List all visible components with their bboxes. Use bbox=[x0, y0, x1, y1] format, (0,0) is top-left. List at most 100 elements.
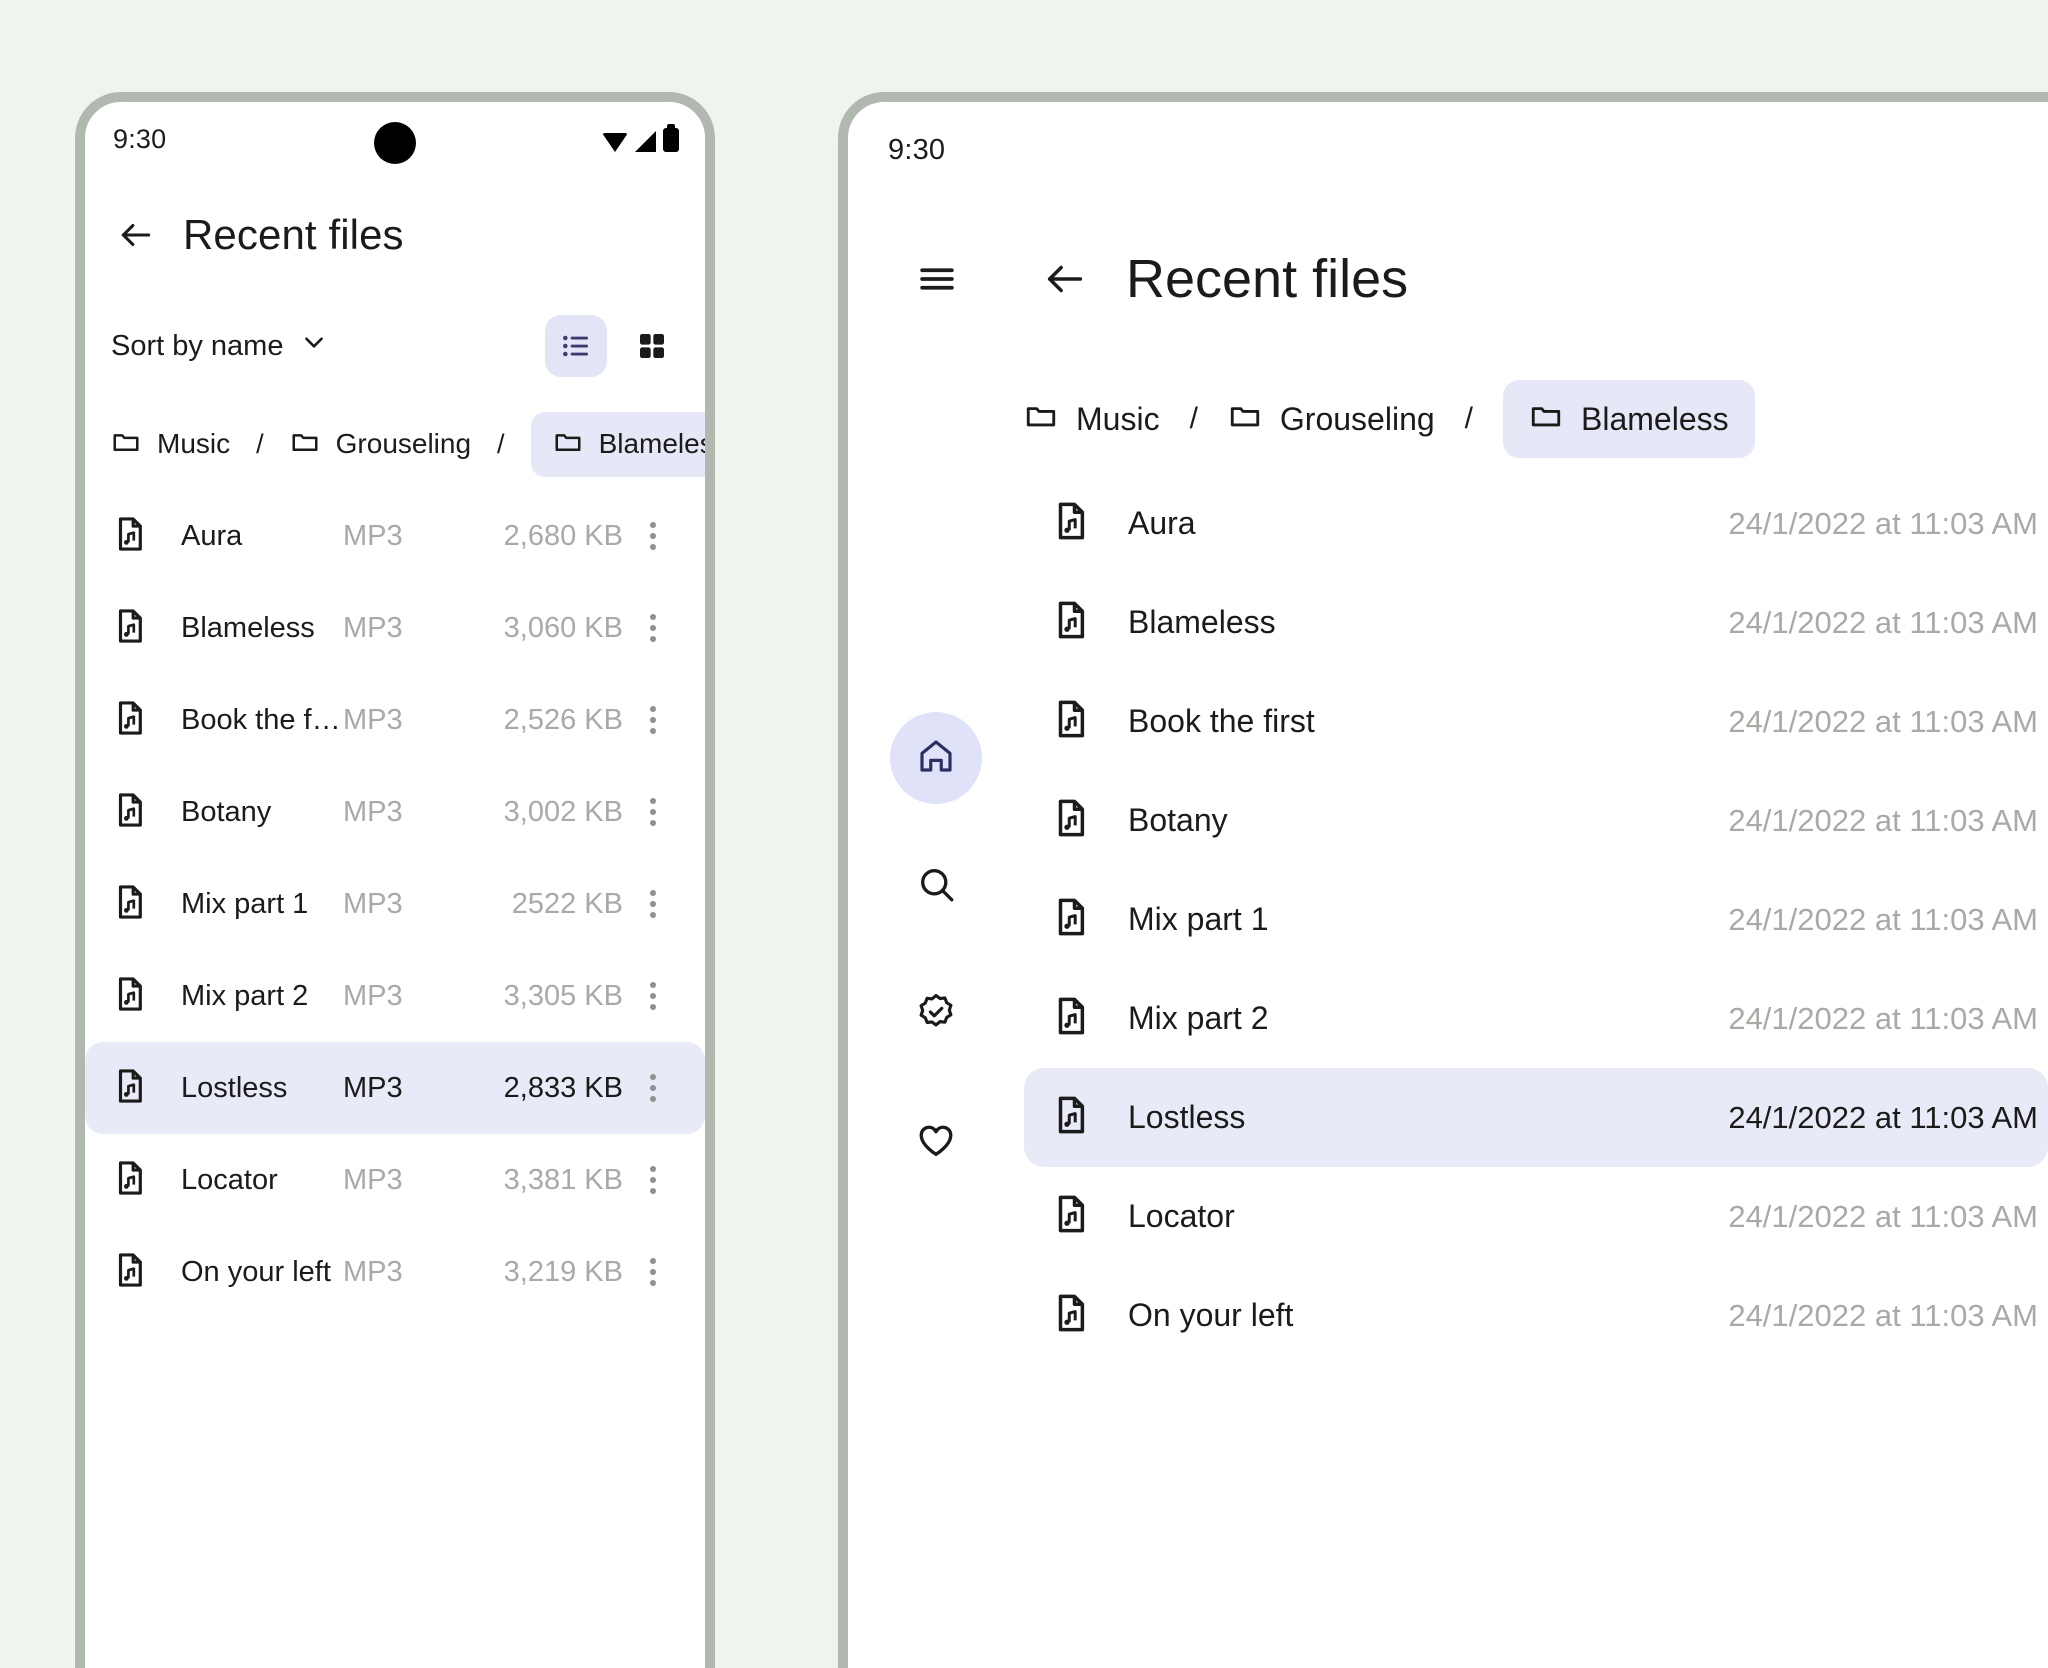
more-vertical-icon bbox=[650, 1166, 656, 1194]
breadcrumb-label: Music bbox=[1076, 400, 1160, 437]
more-vertical-icon bbox=[650, 1074, 656, 1102]
file-name: Locator bbox=[1128, 1198, 1235, 1234]
list-view-icon[interactable] bbox=[545, 315, 607, 377]
rail-item-home[interactable] bbox=[890, 712, 982, 804]
rail-item-search[interactable] bbox=[890, 840, 982, 932]
file-size: 3,219 KB bbox=[503, 1255, 623, 1288]
breadcrumb-item-music[interactable]: Music bbox=[1024, 398, 1160, 440]
table-row[interactable]: Blameless MP3 3,060 KB bbox=[85, 582, 705, 674]
breadcrumb-item-music[interactable]: Music bbox=[111, 412, 230, 477]
row-overflow-menu-button[interactable] bbox=[623, 1258, 683, 1286]
file-name: Botany bbox=[181, 795, 272, 828]
row-overflow-menu-button[interactable] bbox=[623, 706, 683, 734]
breadcrumb-label: Blameless bbox=[598, 428, 705, 459]
file-type: MP3 bbox=[343, 611, 403, 644]
file-modified-date: 24/1/2022 at 11:03 AM bbox=[1728, 802, 2038, 838]
music-file-icon bbox=[1050, 1292, 1092, 1339]
file-size: 3,060 KB bbox=[503, 611, 623, 644]
more-vertical-icon bbox=[650, 706, 656, 734]
battery-icon bbox=[663, 124, 679, 152]
file-size: 2,526 KB bbox=[503, 703, 623, 736]
row-overflow-menu-button[interactable] bbox=[623, 982, 683, 1010]
file-type: MP3 bbox=[343, 703, 403, 736]
table-row[interactable]: Botany 24/1/2022 at 11:03 AM bbox=[1024, 771, 2048, 870]
rail-item-favorites[interactable] bbox=[890, 1096, 982, 1188]
music-file-icon bbox=[111, 515, 149, 558]
file-type-icon bbox=[111, 975, 159, 1018]
breadcrumb-separator: / bbox=[497, 428, 505, 459]
table-row[interactable]: Mix part 1 MP3 2522 KB bbox=[85, 858, 705, 950]
sort-dropdown[interactable]: Sort by name bbox=[111, 329, 327, 363]
file-type-icon bbox=[111, 515, 159, 558]
breadcrumb-item-blameless[interactable]: Blameless bbox=[530, 411, 705, 477]
verified-icon bbox=[915, 991, 957, 1038]
table-row[interactable]: Aura 24/1/2022 at 11:03 AM bbox=[1024, 474, 2048, 573]
file-modified-date: 24/1/2022 at 11:03 AM bbox=[1728, 1198, 2038, 1234]
rail-item-verified[interactable] bbox=[890, 968, 982, 1060]
file-type-icon bbox=[1050, 599, 1102, 646]
file-type-icon bbox=[111, 1067, 159, 1110]
table-row[interactable]: Book the first 24/1/2022 at 11:03 AM bbox=[1024, 672, 2048, 771]
file-name: Blameless bbox=[1128, 604, 1276, 640]
wifi-icon bbox=[602, 133, 628, 152]
row-overflow-menu-button[interactable] bbox=[623, 890, 683, 918]
arrow-back-icon[interactable] bbox=[1032, 246, 1098, 312]
table-row[interactable]: Locator 24/1/2022 at 11:03 AM bbox=[1024, 1167, 2048, 1266]
file-type: MP3 bbox=[343, 1163, 403, 1196]
file-name: Mix part 2 bbox=[181, 979, 309, 1012]
table-row[interactable]: Locator MP3 3,381 KB bbox=[85, 1134, 705, 1226]
table-row[interactable]: Lostless MP3 2,833 KB bbox=[85, 1042, 705, 1134]
breadcrumb-label: Grouseling bbox=[335, 428, 472, 459]
grid-view-icon[interactable] bbox=[621, 315, 683, 377]
music-file-icon bbox=[111, 607, 149, 650]
file-name: Lostless bbox=[181, 1071, 288, 1104]
music-file-icon bbox=[111, 1159, 149, 1202]
row-overflow-menu-button[interactable] bbox=[623, 1166, 683, 1194]
folder-icon bbox=[1024, 398, 1058, 440]
breadcrumb-item-grouseling[interactable]: Grouseling bbox=[290, 412, 471, 477]
file-name: Blameless bbox=[181, 611, 315, 644]
file-type: MP3 bbox=[343, 887, 403, 920]
music-file-icon bbox=[111, 975, 149, 1018]
table-row[interactable]: On your left MP3 3,219 KB bbox=[85, 1226, 705, 1318]
table-row[interactable]: Lostless 24/1/2022 at 11:03 AM bbox=[1024, 1068, 2048, 1167]
row-overflow-menu-button[interactable] bbox=[623, 1074, 683, 1102]
file-type-icon bbox=[111, 791, 159, 834]
view-toggle-group bbox=[545, 315, 683, 377]
hamburger-menu-icon[interactable] bbox=[904, 246, 970, 312]
arrow-back-icon[interactable] bbox=[107, 206, 165, 264]
row-overflow-menu-button[interactable] bbox=[623, 798, 683, 826]
table-row[interactable]: Blameless 24/1/2022 at 11:03 AM bbox=[1024, 573, 2048, 672]
breadcrumb-separator: / bbox=[1189, 402, 1198, 435]
breadcrumb-item-grouseling[interactable]: Grouseling bbox=[1228, 398, 1435, 440]
file-list: Aura MP3 2,680 KB Blameless MP3 3,060 KB Book … bbox=[85, 490, 705, 1318]
file-type-icon bbox=[111, 699, 159, 742]
file-type-icon bbox=[1050, 995, 1102, 1042]
table-row[interactable]: Mix part 2 MP3 3,305 KB bbox=[85, 950, 705, 1042]
file-type-icon bbox=[1050, 500, 1102, 547]
file-name: Botany bbox=[1128, 802, 1228, 838]
table-row[interactable]: Aura MP3 2,680 KB bbox=[85, 490, 705, 582]
table-row[interactable]: Mix part 1 24/1/2022 at 11:03 AM bbox=[1024, 870, 2048, 969]
table-row[interactable]: Book the first MP3 2,526 KB bbox=[85, 674, 705, 766]
row-overflow-menu-button[interactable] bbox=[623, 522, 683, 550]
punch-hole-camera bbox=[374, 122, 416, 164]
breadcrumb-item-blameless[interactable]: Blameless bbox=[1503, 380, 1755, 458]
sort-label: Sort by name bbox=[111, 329, 284, 362]
home-icon bbox=[915, 735, 957, 782]
folder-icon bbox=[290, 426, 320, 463]
app-bar: Recent files bbox=[85, 176, 705, 294]
chevron-down-icon bbox=[301, 329, 327, 363]
row-overflow-menu-button[interactable] bbox=[623, 614, 683, 642]
file-type-icon bbox=[111, 607, 159, 650]
table-row[interactable]: On your left 24/1/2022 at 11:03 AM bbox=[1024, 1266, 2048, 1365]
table-row[interactable]: Mix part 2 24/1/2022 at 11:03 AM bbox=[1024, 969, 2048, 1068]
breadcrumb-separator: / bbox=[256, 428, 264, 459]
file-type-icon bbox=[111, 883, 159, 926]
table-row[interactable]: Botany MP3 3,002 KB bbox=[85, 766, 705, 858]
heart-icon bbox=[915, 1119, 957, 1166]
file-name: Mix part 1 bbox=[1128, 901, 1269, 937]
status-time: 9:30 bbox=[888, 134, 946, 166]
more-vertical-icon bbox=[650, 982, 656, 1010]
phone-device-expanded: 9:30 Recent files Music / Grouseling / B… bbox=[838, 92, 2048, 1668]
